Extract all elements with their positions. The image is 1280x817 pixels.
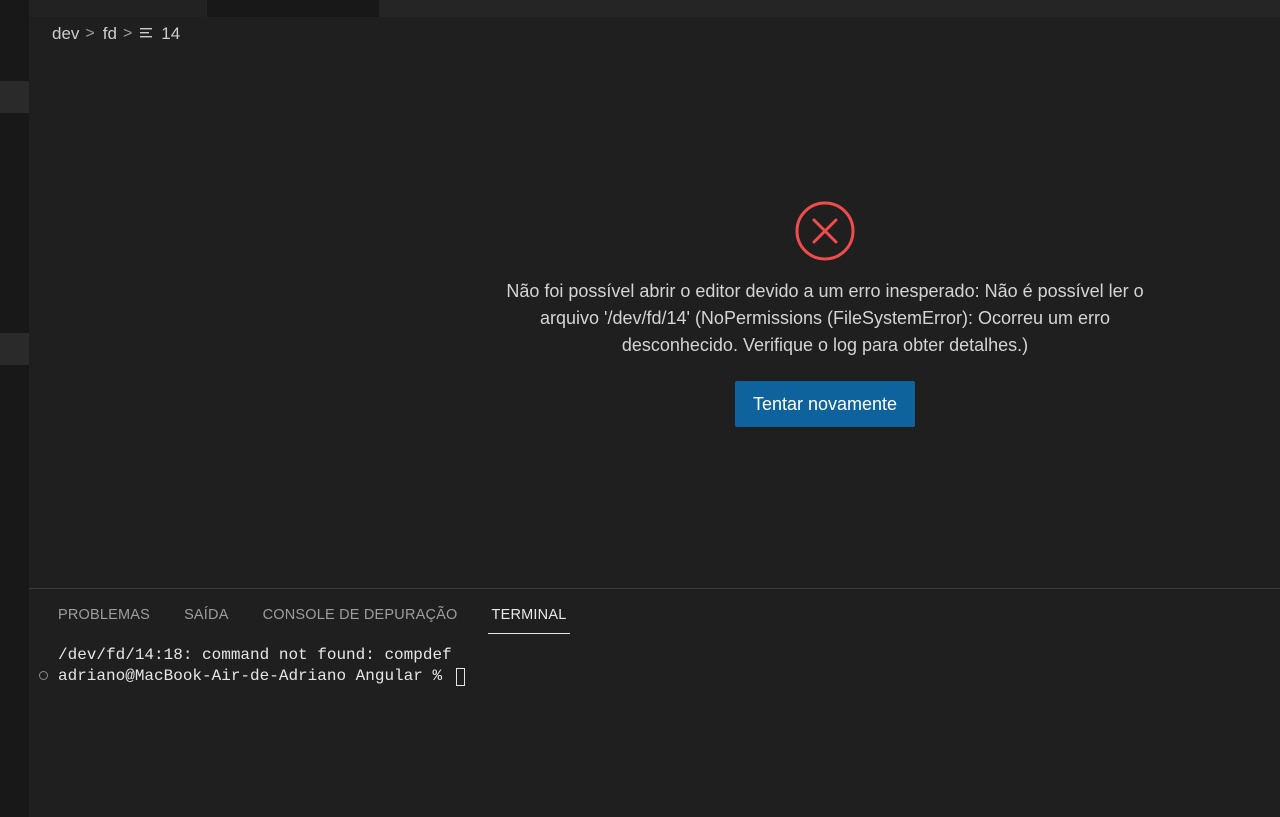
terminal-line: /dev/fd/14:18: command not found: compde… <box>38 645 465 666</box>
activity-bar <box>0 0 29 817</box>
breadcrumb-item-dev[interactable]: dev <box>52 24 79 44</box>
terminal-line: adriano@MacBook-Air-de-Adriano Angular % <box>38 666 465 687</box>
retry-button[interactable]: Tentar novamente <box>734 381 916 427</box>
editor-tab[interactable] <box>379 0 1280 17</box>
chevron-right-icon: > <box>122 25 133 42</box>
terminal-cursor <box>455 667 465 686</box>
tab-output[interactable]: SAÍDA <box>184 604 229 634</box>
breadcrumb-item-file[interactable]: 14 <box>161 24 180 44</box>
activity-item-highlight[interactable] <box>0 81 29 113</box>
panel-divider[interactable] <box>29 588 1280 589</box>
editor-tab[interactable] <box>29 0 207 17</box>
terminal-output-text: /dev/fd/14:18: command not found: compde… <box>58 646 452 664</box>
panel-tabs: PROBLEMAS SAÍDA CONSOLE DE DEPURAÇÃO TER… <box>58 604 571 634</box>
breadcrumb: dev > fd > 14 <box>52 22 180 46</box>
editor-tab-strip <box>29 0 1280 17</box>
terminal[interactable]: /dev/fd/14:18: command not found: compde… <box>38 645 465 687</box>
chevron-right-icon: > <box>85 25 95 42</box>
tab-terminal[interactable]: TERMINAL <box>487 604 571 634</box>
error-circle-x-icon <box>795 201 855 261</box>
command-status-circle-icon[interactable] <box>39 671 48 680</box>
activity-item-highlight[interactable] <box>0 333 29 365</box>
tab-debug-console[interactable]: CONSOLE DE DEPURAÇÃO <box>263 604 458 634</box>
terminal-prompt-text: adriano@MacBook-Air-de-Adriano Angular % <box>58 667 452 685</box>
breadcrumb-item-fd[interactable]: fd <box>103 24 117 44</box>
editor-error-placeholder: Não foi possível abrir o editor devido a… <box>470 200 1180 427</box>
tab-problems[interactable]: PROBLEMAS <box>58 604 150 634</box>
error-message: Não foi possível abrir o editor devido a… <box>506 281 1144 355</box>
lines-icon <box>140 24 153 44</box>
